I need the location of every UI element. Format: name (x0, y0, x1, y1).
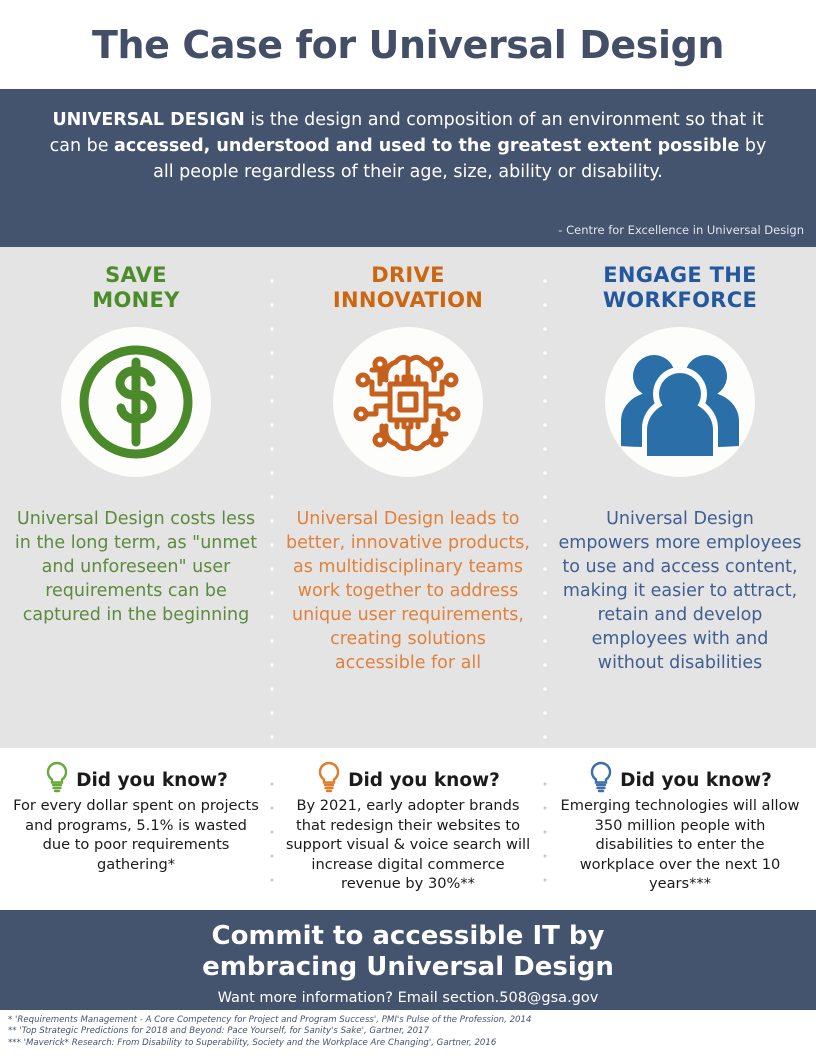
benefit-column-engage-workforce: ENGAGE THE WORKFORCE Universal Design em… (544, 263, 816, 748)
column-heading-line-1: SAVE (105, 263, 167, 287)
column-heading-line-2: MONEY (92, 288, 180, 312)
dyk-body: Emerging technologies will allow 350 mil… (560, 797, 800, 892)
icon-circle-save-money (61, 327, 211, 477)
dyk-header-row: Did you know? (552, 758, 808, 794)
cta-title-line-1: Commit to accessible IT by (211, 920, 605, 951)
column-divider-left (270, 269, 274, 739)
definition-band: UNIVERSAL DESIGN is the design and compo… (0, 89, 816, 247)
citation-2: ** 'Top Strategic Predictions for 2018 a… (8, 1026, 430, 1037)
icon-circle-drive-innovation (333, 327, 483, 477)
icon-circle-engage-workforce (605, 327, 755, 477)
dyk-header-row: Did you know? (280, 758, 536, 794)
did-you-know-band: Did you know? For every dollar spent on … (0, 748, 816, 910)
citation-3: *** 'Maverick* Research: From Disability… (8, 1037, 497, 1048)
did-you-know-card-save-money: Did you know? For every dollar spent on … (0, 758, 272, 910)
definition-text: UNIVERSAL DESIGN is the design and compo… (46, 107, 770, 185)
column-heading-line-1: DRIVE (371, 263, 445, 287)
dyk-title: Did you know? (76, 770, 228, 791)
column-heading-line-2: WORKFORCE (602, 288, 758, 312)
column-body-save-money: Universal Design costs less in the long … (14, 509, 258, 625)
dyk-body: By 2021, early adopter brands that redes… (285, 797, 531, 892)
column-heading-drive-innovation: DRIVE INNOVATION (333, 263, 483, 315)
benefit-column-save-money: SAVE MONEY Universal Design costs less i… (0, 263, 272, 748)
citation-1: * 'Requirements Management - A Core Comp… (8, 1015, 532, 1025)
call-to-action-band: Commit to accessible IT by embracing Uni… (0, 910, 816, 1010)
title-band: The Case for Universal Design (0, 0, 816, 89)
lightbulb-icon (46, 761, 68, 793)
dyk-title: Did you know? (620, 770, 772, 791)
benefit-column-drive-innovation: DRIVE INNOVATION Universal Design leads … (272, 263, 544, 748)
lightbulb-icon (318, 761, 340, 793)
column-body-drive-innovation: Universal Design leads to better, innova… (286, 509, 530, 673)
page-title: The Case for Universal Design (91, 22, 725, 67)
circuit-brain-icon (353, 354, 461, 452)
dollar-circle-icon (79, 345, 193, 459)
benefit-columns-band: SAVE MONEY Universal Design costs less i… (0, 247, 816, 748)
column-heading-line-1: ENGAGE THE (603, 263, 757, 287)
cta-title: Commit to accessible IT by embracing Uni… (202, 921, 614, 983)
definition-attribution: - Centre for Excellence in Universal Des… (558, 223, 804, 237)
dyk-body: For every dollar spent on projects and p… (13, 797, 259, 873)
citations-band: * 'Requirements Management - A Core Comp… (0, 1010, 816, 1056)
column-body-engage-workforce: Universal Design empowers more employees… (558, 509, 802, 673)
definition-emphasis: accessed, understood and used to the gre… (114, 136, 740, 156)
did-you-know-card-engage-workforce: Did you know? Emerging technologies will… (544, 758, 816, 910)
column-heading-line-2: INNOVATION (332, 288, 484, 312)
people-group-icon (621, 355, 739, 456)
column-heading-save-money: SAVE MONEY (92, 263, 179, 315)
infographic-page: The Case for Universal Design UNIVERSAL … (0, 0, 816, 1056)
definition-lead: UNIVERSAL DESIGN (52, 110, 245, 130)
column-heading-engage-workforce: ENGAGE THE WORKFORCE (603, 263, 757, 315)
cta-subtitle[interactable]: Want more information? Email section.508… (218, 990, 599, 1006)
dyk-title: Did you know? (348, 770, 500, 791)
lightbulb-icon (590, 761, 612, 793)
cta-title-line-2: embracing Universal Design (202, 951, 614, 982)
dyk-header-row: Did you know? (8, 758, 264, 794)
column-divider-right (543, 269, 547, 739)
did-you-know-card-drive-innovation: Did you know? By 2021, early adopter bra… (272, 758, 544, 910)
